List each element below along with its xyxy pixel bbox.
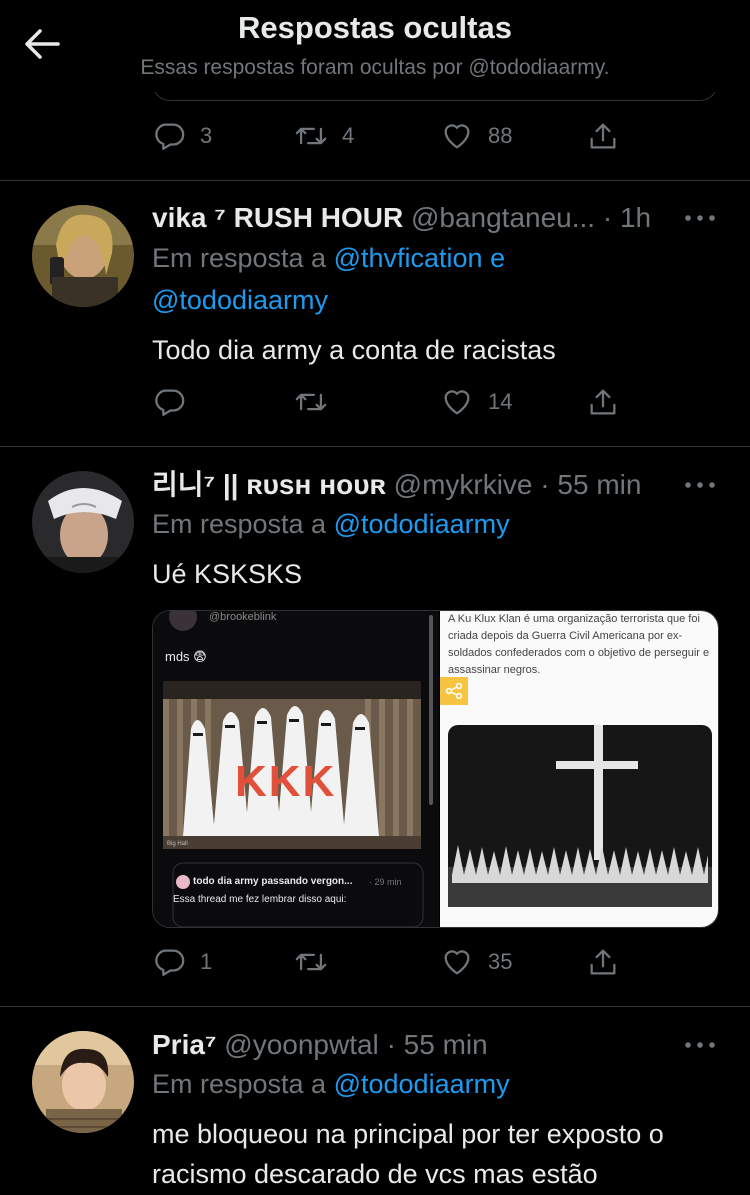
share-icon (590, 389, 616, 415)
reply-icon (155, 389, 185, 416)
user-handle[interactable]: @bangtaneu... (411, 202, 595, 233)
tweet-time[interactable]: · 55 min (387, 1029, 488, 1060)
retweet-button[interactable] (294, 940, 342, 984)
quote-time: · 29 min (369, 877, 402, 887)
reply-count: 3 (200, 123, 213, 148)
avatar[interactable] (32, 1031, 134, 1133)
share-button[interactable] (586, 380, 620, 424)
tweet-text: me bloqueou na principal por ter exposto… (152, 1119, 664, 1189)
display-name[interactable]: 리니⁷ || ʀᴜsʜ ʜᴏᴜʀ (152, 469, 386, 500)
tweet-header: Pria⁷ @yoonpwtal · 55 min (152, 1025, 692, 1065)
tweet-text: Todo dia army a conta de racistas (152, 335, 556, 365)
reply-prefix: Em resposta a (152, 1069, 327, 1099)
tweet-text: Ué KSKSKS (152, 559, 303, 589)
divider (0, 180, 750, 181)
quote-text: Essa thread me fez lembrar disso aqui: (173, 894, 347, 905)
tweet-time[interactable]: · 1h (603, 202, 651, 233)
tweet-actions: 1 35 (152, 940, 632, 984)
quote-author: todo dia army passando vergon... (193, 876, 353, 887)
heart-icon (444, 390, 470, 415)
media-right-text: A Ku Klux Klan é uma organização terrori… (448, 613, 710, 676)
reply-count: 1 (200, 949, 213, 974)
reply-context: Em resposta a @thvfication e (152, 238, 505, 278)
media-image-right[interactable]: A Ku Klux Klan é uma organização terrori… (440, 611, 718, 927)
tweet-header: vika ⁷ RUSH HOUR @bangtaneu... · 1h (152, 198, 692, 238)
more-options-icon[interactable] (682, 1035, 718, 1055)
mention-link[interactable]: @thvfication e (334, 243, 506, 273)
reply-icon (155, 123, 185, 150)
display-name[interactable]: vika ⁷ RUSH HOUR (152, 202, 403, 233)
heart-icon (444, 950, 470, 975)
display-name[interactable]: Pria⁷ (152, 1029, 216, 1060)
reply-prefix: Em resposta a (152, 243, 327, 273)
mention-link[interactable]: @tododiaarmy (152, 285, 328, 315)
share-icon (590, 123, 616, 149)
user-handle[interactable]: @mykrkive (394, 469, 533, 500)
share-badge-icon (440, 677, 468, 705)
avatar[interactable] (32, 471, 134, 573)
previous-tweet-actions: 3 4 88 (152, 114, 632, 158)
divider (0, 446, 750, 447)
reply-button[interactable]: 3 (152, 114, 212, 158)
divider (0, 1006, 750, 1007)
like-count: 14 (488, 389, 513, 414)
reply-icon (155, 949, 185, 976)
media-left-tag: Big Hall (167, 841, 188, 847)
retweet-button[interactable] (294, 380, 342, 424)
retweet-icon (295, 127, 327, 145)
reply-context-continued: @tododiaarmy (152, 280, 328, 320)
media-left-caption: mds 😨 (165, 649, 207, 664)
page-title: Respostas ocultas (238, 10, 512, 45)
like-count: 88 (488, 123, 513, 148)
tweet-header: 리니⁷ || ʀᴜsʜ ʜᴏᴜʀ @mykrkive · 55 min (152, 465, 692, 505)
reply-prefix: Em resposta a (152, 509, 327, 539)
retweet-count: 4 (342, 123, 355, 148)
media-image-left[interactable]: @brookeblink mds 😨 KKK Big Hall todo dia… (153, 611, 439, 927)
reply-context: Em resposta a @tododiaarmy (152, 504, 510, 544)
like-count: 35 (488, 949, 513, 974)
tweet-media[interactable]: @brookeblink mds 😨 KKK Big Hall todo dia… (152, 610, 719, 928)
like-button[interactable]: 14 (440, 380, 512, 424)
top-bar: Respostas ocultas Essas respostas foram … (0, 0, 750, 92)
reply-button[interactable] (152, 380, 200, 424)
page-subtitle: Essas respostas foram ocultas por @todod… (140, 56, 610, 79)
mention-link[interactable]: @tododiaarmy (334, 1069, 510, 1099)
retweet-icon (295, 953, 327, 971)
more-options-icon[interactable] (682, 475, 718, 495)
tweet-time[interactable]: · 55 min (540, 469, 641, 500)
tweet-actions: 14 (152, 380, 632, 424)
share-button[interactable] (586, 114, 620, 158)
retweet-button[interactable]: 4 (294, 114, 354, 158)
like-button[interactable]: 88 (440, 114, 512, 158)
media-left-handle: @brookeblink (209, 611, 277, 623)
avatar[interactable] (32, 205, 134, 307)
media-left-overlay: KKK (235, 757, 337, 806)
user-handle[interactable]: @yoonpwtal (224, 1029, 379, 1060)
mention-link[interactable]: @tododiaarmy (334, 509, 510, 539)
retweet-icon (295, 393, 327, 411)
share-icon (590, 949, 616, 975)
like-button[interactable]: 35 (440, 940, 512, 984)
share-button[interactable] (586, 940, 620, 984)
more-options-icon[interactable] (682, 208, 718, 228)
reply-context: Em resposta a @tododiaarmy (152, 1064, 510, 1104)
heart-icon (444, 124, 470, 149)
reply-button[interactable]: 1 (152, 940, 212, 984)
